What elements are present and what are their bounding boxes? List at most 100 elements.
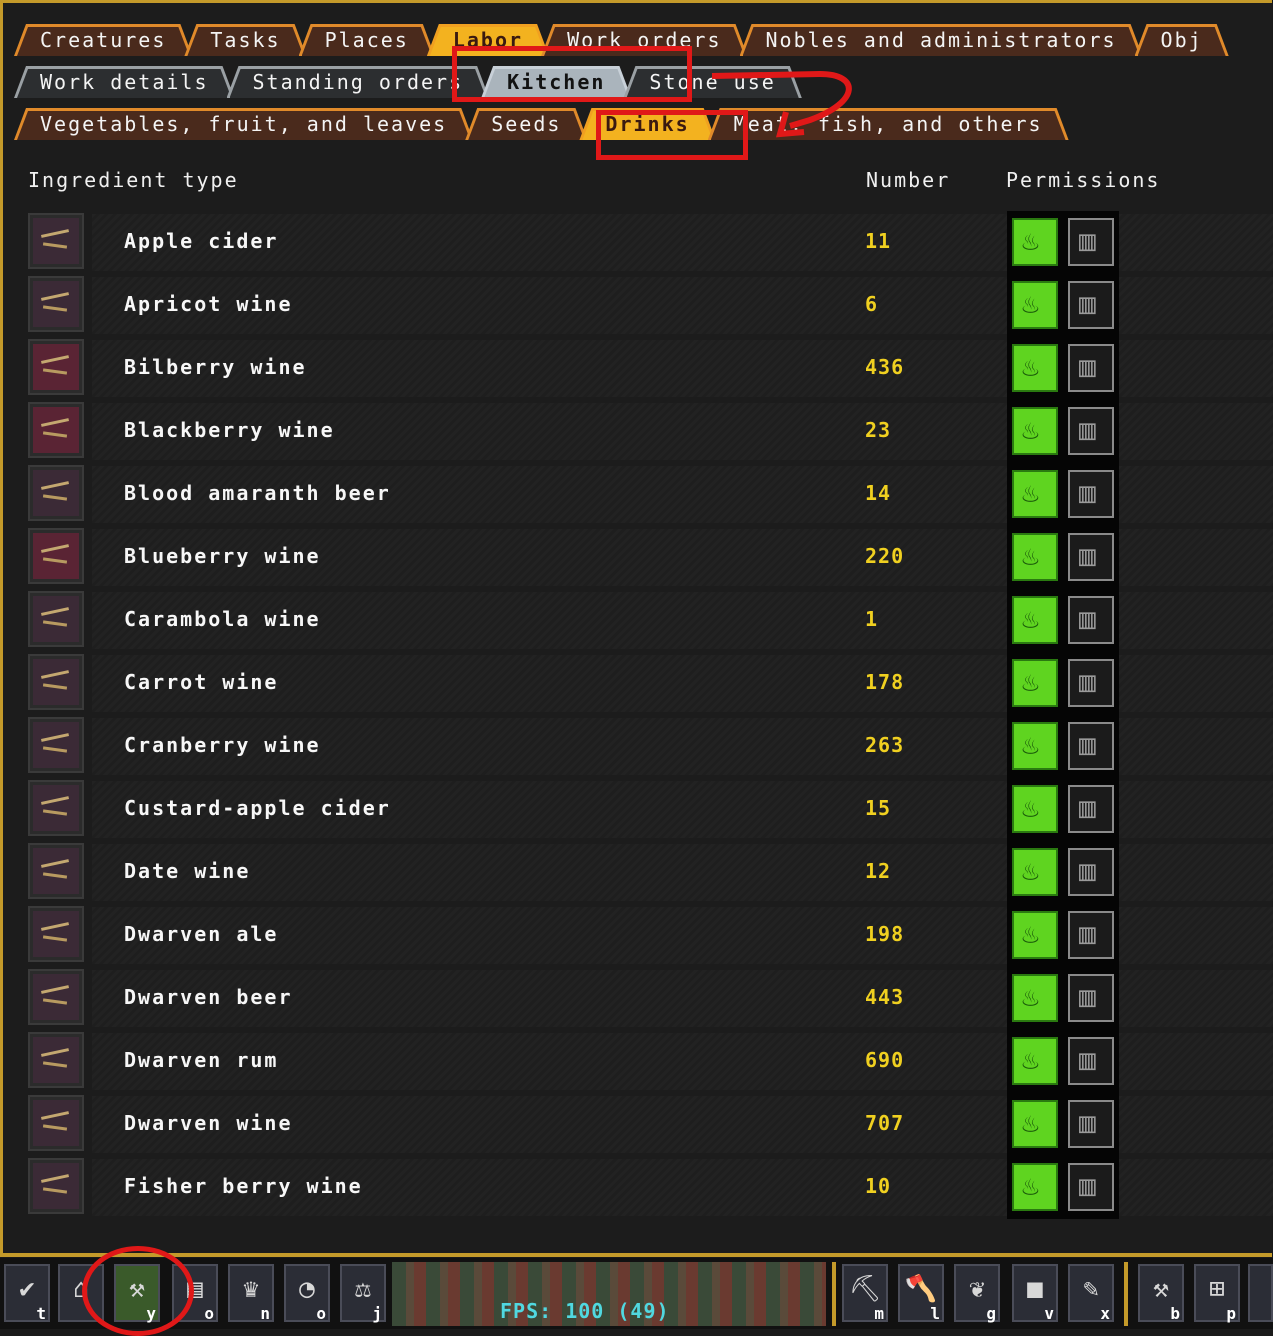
brew-permission-icon[interactable] bbox=[1068, 281, 1114, 329]
ingredient-row[interactable]: Blueberry wine 220 bbox=[26, 526, 1273, 589]
brew-permission-icon[interactable] bbox=[1068, 218, 1114, 266]
brew-permission-icon[interactable] bbox=[1068, 470, 1114, 518]
gather-plants-icon[interactable]: ❦ g bbox=[954, 1264, 1000, 1323]
tab-creatures[interactable]: Creatures bbox=[14, 24, 192, 56]
cook-permission-icon[interactable] bbox=[1012, 344, 1058, 392]
build-icon[interactable]: ⚒ b bbox=[1138, 1264, 1184, 1323]
nobles-crown-icon[interactable]: ♛ n bbox=[228, 1264, 274, 1323]
ingredient-name: Blackberry wine bbox=[124, 418, 335, 442]
brew-permission-icon[interactable] bbox=[1068, 1100, 1114, 1148]
ingredient-number: 707 bbox=[865, 1111, 905, 1135]
brew-permission-icon[interactable] bbox=[1068, 722, 1114, 770]
cook-permission-icon[interactable] bbox=[1012, 1037, 1058, 1085]
ingredient-number: 178 bbox=[865, 670, 905, 694]
cook-permission-icon[interactable] bbox=[1012, 218, 1058, 266]
cook-permission-icon[interactable] bbox=[1012, 722, 1058, 770]
toolbar-divider bbox=[1124, 1262, 1128, 1326]
erase-icon[interactable]: ✎ x bbox=[1068, 1264, 1114, 1323]
cook-permission-icon[interactable] bbox=[1012, 848, 1058, 896]
cook-permission-icon[interactable] bbox=[1012, 407, 1058, 455]
ingredient-row[interactable]: Blackberry wine 23 bbox=[26, 400, 1273, 463]
permissions-cell bbox=[1007, 715, 1119, 778]
ingredient-number: 12 bbox=[865, 859, 892, 883]
ingredient-name: Apricot wine bbox=[124, 292, 293, 316]
brew-permission-icon[interactable] bbox=[1068, 974, 1114, 1022]
cook-permission-icon[interactable] bbox=[1012, 1100, 1058, 1148]
cook-permission-icon[interactable] bbox=[1012, 785, 1058, 833]
tab-standing-orders[interactable]: Standing orders bbox=[227, 66, 490, 98]
ingredient-row[interactable]: Apple cider 11 bbox=[26, 211, 1273, 274]
ingredient-row[interactable]: Bilberry wine 436 bbox=[26, 337, 1273, 400]
tab-objects[interactable]: Obj bbox=[1135, 24, 1229, 56]
brew-permission-icon[interactable] bbox=[1068, 344, 1114, 392]
ingredient-row[interactable]: Cranberry wine 263 bbox=[26, 715, 1273, 778]
tab-seeds[interactable]: Seeds bbox=[465, 108, 587, 140]
brew-permission-icon[interactable] bbox=[1068, 596, 1114, 644]
brew-permission-icon[interactable] bbox=[1068, 1163, 1114, 1211]
ingredient-number: 1 bbox=[865, 607, 879, 631]
ingredient-row[interactable]: Fisher berry wine 10 bbox=[26, 1156, 1273, 1219]
tab-vegetables[interactable]: Vegetables, fruit, and leaves bbox=[14, 108, 473, 140]
smooth-stone-icon[interactable]: ■ v bbox=[1012, 1264, 1058, 1323]
ingredient-name: Dwarven ale bbox=[124, 922, 279, 946]
place-stockpile-icon[interactable]: ⊞ p bbox=[1194, 1264, 1240, 1323]
fps-counter: FPS: 100 (49) bbox=[500, 1299, 670, 1323]
permissions-cell bbox=[1007, 841, 1119, 904]
ingredient-name: Date wine bbox=[124, 859, 251, 883]
brew-permission-icon[interactable] bbox=[1068, 407, 1114, 455]
tab-work-details[interactable]: Work details bbox=[14, 66, 235, 98]
ingredient-row[interactable]: Date wine 12 bbox=[26, 841, 1273, 904]
ingredient-name: Dwarven beer bbox=[124, 985, 293, 1009]
permissions-cell bbox=[1007, 967, 1119, 1030]
ingredient-row[interactable]: Carrot wine 178 bbox=[26, 652, 1273, 715]
ingredient-number: 436 bbox=[865, 355, 905, 379]
brew-permission-icon[interactable] bbox=[1068, 848, 1114, 896]
mine-pick-icon[interactable]: ⛏ m bbox=[842, 1264, 888, 1323]
ingredient-name: Custard-apple cider bbox=[124, 796, 391, 820]
cook-permission-icon[interactable] bbox=[1012, 1163, 1058, 1211]
objects-icon[interactable]: ◔ o bbox=[284, 1264, 330, 1323]
ingredient-row[interactable]: Carambola wine 1 bbox=[26, 589, 1273, 652]
drink-barrel-icon bbox=[28, 717, 84, 773]
drink-barrel-icon bbox=[28, 969, 84, 1025]
ingredient-number: 6 bbox=[865, 292, 879, 316]
cook-permission-icon[interactable] bbox=[1012, 596, 1058, 644]
ingredient-row[interactable]: Apricot wine 6 bbox=[26, 274, 1273, 337]
ingredient-row[interactable]: Blood amaranth beer 14 bbox=[26, 463, 1273, 526]
ingredient-name: Cranberry wine bbox=[124, 733, 321, 757]
permissions-cell bbox=[1007, 778, 1119, 841]
drink-barrel-icon bbox=[28, 906, 84, 962]
ingredient-row[interactable]: Dwarven beer 443 bbox=[26, 967, 1273, 1030]
cook-permission-icon[interactable] bbox=[1012, 911, 1058, 959]
brew-permission-icon[interactable] bbox=[1068, 1037, 1114, 1085]
permissions-cell bbox=[1007, 904, 1119, 967]
drink-barrel-icon bbox=[28, 402, 84, 458]
cook-permission-icon[interactable] bbox=[1012, 533, 1058, 581]
cook-permission-icon[interactable] bbox=[1012, 974, 1058, 1022]
tab-nobles[interactable]: Nobles and administrators bbox=[740, 24, 1143, 56]
ingredient-row[interactable]: Dwarven ale 198 bbox=[26, 904, 1273, 967]
permissions-cell bbox=[1007, 1030, 1119, 1093]
tasks-icon[interactable]: ✔ t bbox=[4, 1264, 50, 1323]
justice-scales-icon[interactable]: ⚖ j bbox=[340, 1264, 386, 1323]
cook-permission-icon[interactable] bbox=[1012, 281, 1058, 329]
permissions-cell bbox=[1007, 526, 1119, 589]
brew-permission-icon[interactable] bbox=[1068, 659, 1114, 707]
brew-permission-icon[interactable] bbox=[1068, 911, 1114, 959]
ingredient-list: Apple cider 11 Apricot wine 6 Bilberry wine 4… bbox=[26, 211, 1273, 1219]
ingredient-number: 220 bbox=[865, 544, 905, 568]
tab-tasks[interactable]: Tasks bbox=[184, 24, 306, 56]
ingredient-number: 690 bbox=[865, 1048, 905, 1072]
cook-permission-icon[interactable] bbox=[1012, 470, 1058, 518]
chop-axe-icon[interactable]: 🪓 l bbox=[898, 1264, 944, 1323]
cook-permission-icon[interactable] bbox=[1012, 659, 1058, 707]
drink-barrel-icon bbox=[28, 276, 84, 332]
brew-permission-icon[interactable] bbox=[1068, 785, 1114, 833]
ingredient-row[interactable]: Dwarven wine 707 bbox=[26, 1093, 1273, 1156]
ingredient-row[interactable]: Dwarven rum 690 bbox=[26, 1030, 1273, 1093]
ingredient-number: 15 bbox=[865, 796, 892, 820]
zone-icon[interactable] bbox=[1248, 1264, 1273, 1322]
ingredient-row[interactable]: Custard-apple cider 15 bbox=[26, 778, 1273, 841]
brew-permission-icon[interactable] bbox=[1068, 533, 1114, 581]
tab-places[interactable]: Places bbox=[299, 24, 435, 56]
